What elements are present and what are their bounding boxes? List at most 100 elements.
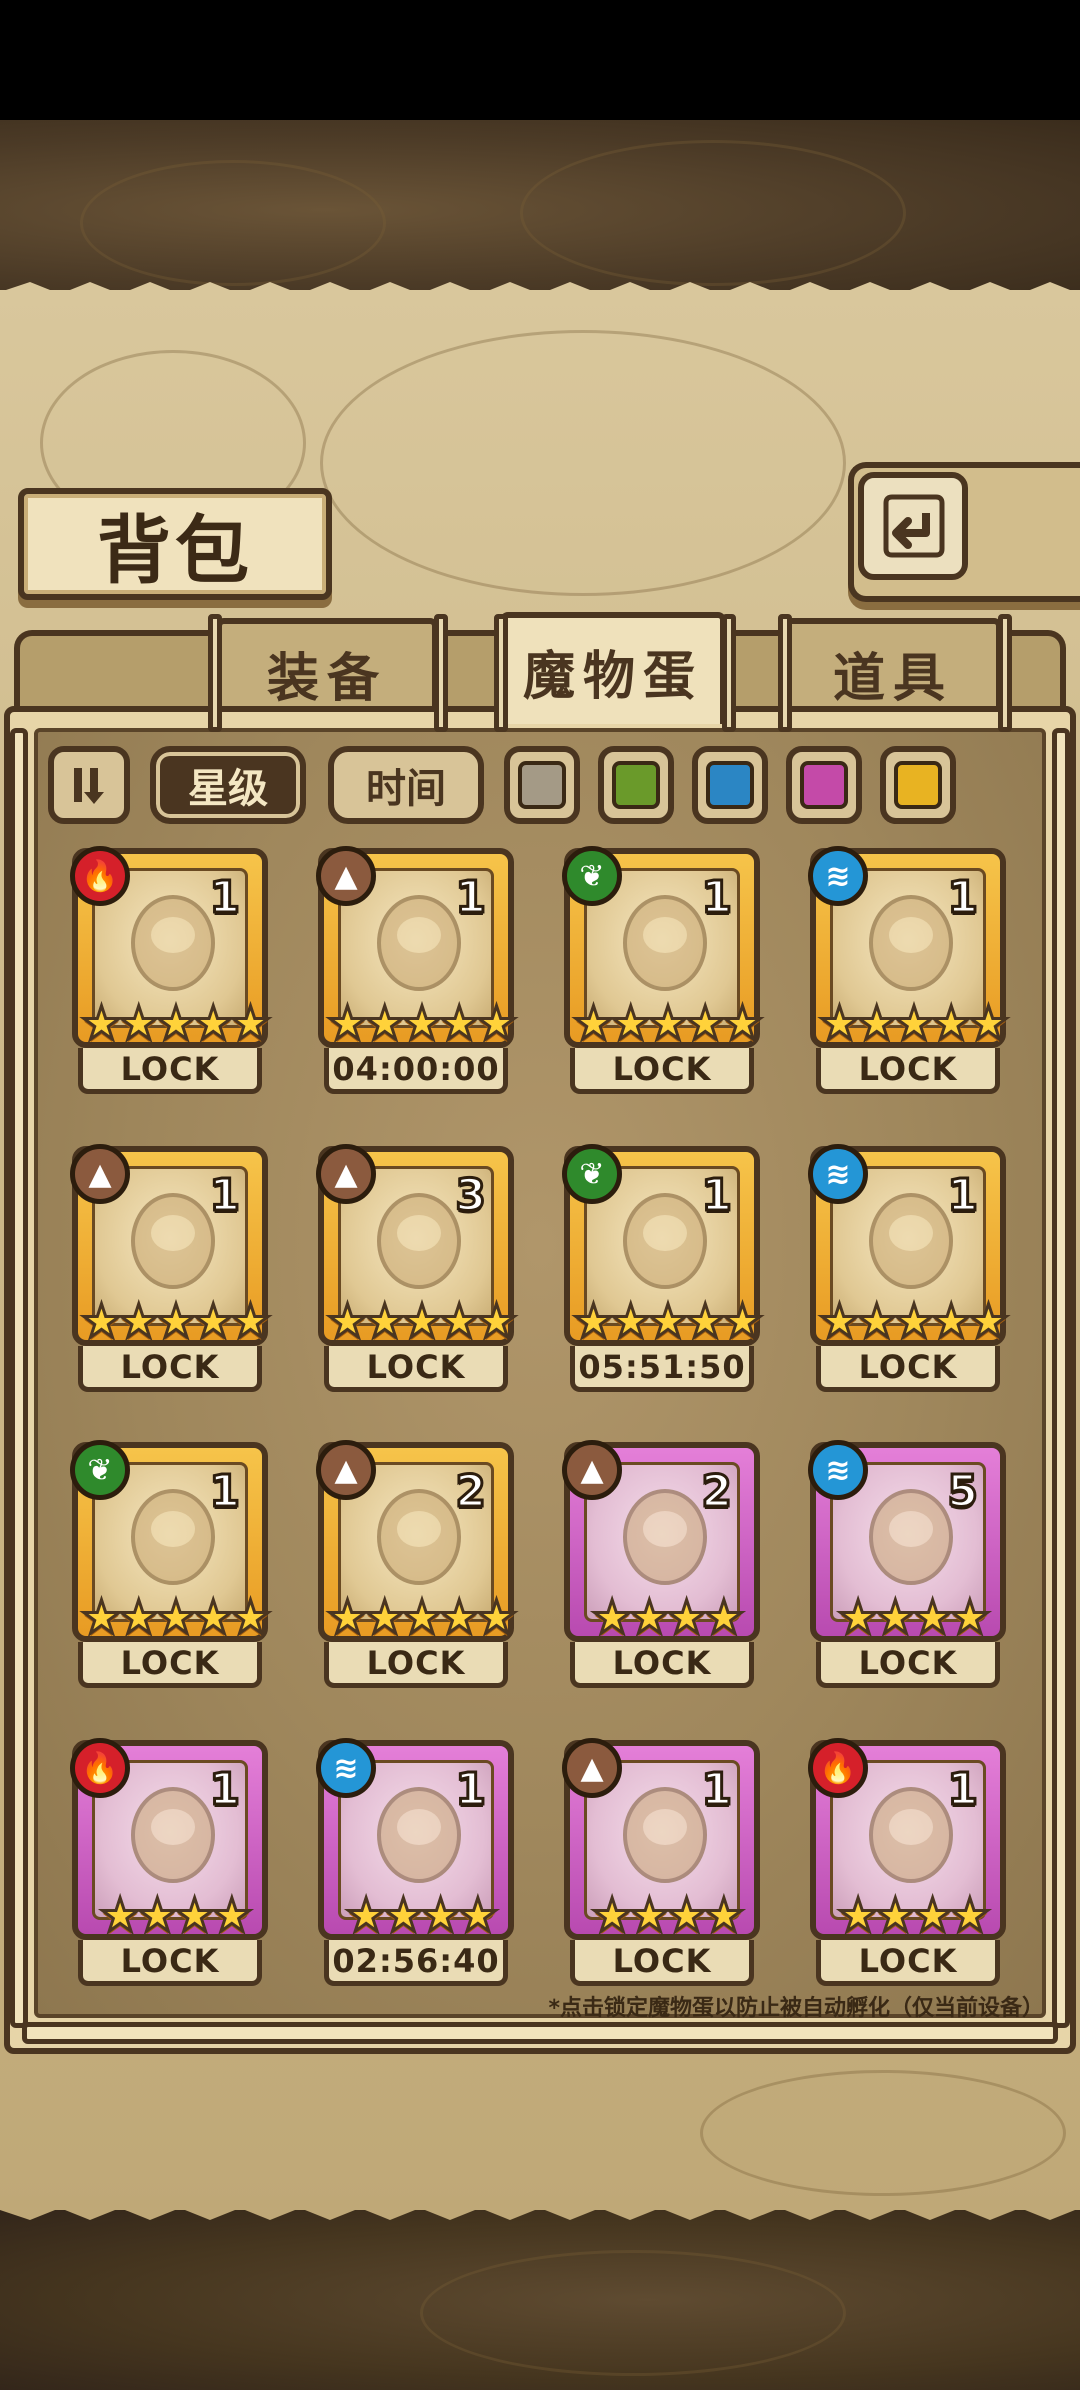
lock-status-label[interactable]: LOCK bbox=[816, 1940, 1000, 1986]
filter-star-button[interactable]: 星级 bbox=[150, 746, 306, 824]
page-title: 背包 bbox=[97, 507, 253, 594]
filter-time-button[interactable]: 时间 bbox=[328, 746, 484, 824]
tab-monster-eggs[interactable]: 魔物蛋 bbox=[500, 612, 726, 724]
lock-status-label[interactable]: LOCK bbox=[816, 1642, 1000, 1688]
star-rating: ★ ★ ★ ★ ★ bbox=[78, 996, 274, 1050]
earth-element-icon: ▲ bbox=[316, 1440, 376, 1500]
lock-status-label[interactable]: LOCK bbox=[78, 1642, 262, 1688]
egg-card[interactable]: 1 ★ ★ ★ ★ ★ ≋ LOCK bbox=[808, 846, 1011, 1098]
star-icon: ★ bbox=[154, 1294, 198, 1348]
egg-card[interactable]: 1 ★ ★ ★ ★ ▲ LOCK bbox=[562, 1738, 760, 1990]
egg-card[interactable]: 1 ★ ★ ★ ★ 🔥 LOCK bbox=[808, 1738, 1006, 1990]
lock-status-label[interactable]: LOCK bbox=[570, 1048, 754, 1094]
nature-element-icon: ❦ bbox=[70, 1440, 130, 1500]
star-icon: ★ bbox=[855, 1294, 899, 1348]
star-icon: ★ bbox=[966, 996, 1010, 1050]
back-button[interactable] bbox=[858, 472, 968, 580]
egg-card[interactable]: 2 ★ ★ ★ ★ ▲ LOCK bbox=[562, 1440, 760, 1692]
egg-card-frame: 1 ★ ★ ★ ★ ≋ bbox=[316, 1738, 514, 1940]
egg-count: 1 bbox=[208, 1169, 242, 1223]
star-icon: ★ bbox=[117, 996, 161, 1050]
filter-color-green[interactable] bbox=[598, 746, 674, 824]
star-icon: ★ bbox=[191, 1590, 235, 1644]
torn-edge-bottom bbox=[0, 2196, 1080, 2220]
star-icon: ★ bbox=[702, 1888, 746, 1942]
egg-card[interactable]: 1 ★ ★ ★ ★ 🔥 LOCK bbox=[70, 1738, 268, 1990]
filter-color-blue[interactable] bbox=[692, 746, 768, 824]
egg-card[interactable]: 1 ★ ★ ★ ★ ★ ▲ LOCK bbox=[70, 1144, 273, 1396]
lock-status-label[interactable]: LOCK bbox=[570, 1940, 754, 1986]
fire-element-icon: 🔥 bbox=[70, 1738, 130, 1798]
color-swatch-icon bbox=[612, 761, 660, 809]
color-swatch-icon bbox=[518, 761, 566, 809]
star-icon: ★ bbox=[363, 996, 407, 1050]
egg-card[interactable]: 1 ★ ★ ★ ★ ★ ≋ LOCK bbox=[808, 1144, 1011, 1396]
lock-status-label[interactable]: LOCK bbox=[816, 1346, 1000, 1392]
egg-card[interactable]: 1 ★ ★ ★ ★ ★ ❦ LOCK bbox=[70, 1440, 273, 1692]
star-icon: ★ bbox=[609, 996, 653, 1050]
filter-color-grey[interactable] bbox=[504, 746, 580, 824]
lock-status-label[interactable]: LOCK bbox=[816, 1048, 1000, 1094]
fire-element-icon: 🔥 bbox=[808, 1738, 868, 1798]
sort-order-button[interactable] bbox=[48, 746, 130, 824]
lock-status-label[interactable]: LOCK bbox=[78, 1048, 262, 1094]
star-rating: ★ ★ ★ ★ ★ bbox=[324, 1590, 520, 1644]
star-rating: ★ ★ ★ ★ bbox=[570, 1590, 766, 1644]
egg-card[interactable]: 1 ★ ★ ★ ★ ★ 🔥 LOCK bbox=[70, 846, 273, 1098]
star-icon: ★ bbox=[836, 1590, 880, 1644]
lock-status-label[interactable]: LOCK bbox=[324, 1346, 508, 1392]
star-rating: ★ ★ ★ ★ ★ bbox=[816, 996, 1012, 1050]
star-icon: ★ bbox=[571, 996, 615, 1050]
egg-card[interactable]: 1 ★ ★ ★ ★ ★ ❦ 05:51:50 bbox=[562, 1144, 765, 1396]
star-rating: ★ ★ ★ ★ ★ bbox=[324, 1294, 520, 1348]
egg-card[interactable]: 3 ★ ★ ★ ★ ★ ▲ LOCK bbox=[316, 1144, 519, 1396]
page-title-plate: 背包 bbox=[18, 488, 332, 600]
egg-card-frame: 1 ★ ★ ★ ★ ★ ❦ bbox=[562, 846, 765, 1050]
lock-status-label[interactable]: LOCK bbox=[324, 1642, 508, 1688]
egg-card[interactable]: 1 ★ ★ ★ ★ ★ ❦ LOCK bbox=[562, 846, 765, 1098]
star-icon: ★ bbox=[437, 996, 481, 1050]
star-icon: ★ bbox=[325, 1590, 369, 1644]
star-icon: ★ bbox=[966, 1294, 1010, 1348]
tab-post bbox=[998, 614, 1012, 732]
egg-card-frame: 1 ★ ★ ★ ★ ★ ▲ bbox=[316, 846, 519, 1050]
lock-hint-text: *点击锁定魔物蛋以防止被自动孵化（仅当前设备） bbox=[548, 1996, 1044, 2021]
star-icon: ★ bbox=[590, 1590, 634, 1644]
egg-count: 1 bbox=[946, 1763, 980, 1817]
star-icon: ★ bbox=[363, 1590, 407, 1644]
water-element-icon: ≋ bbox=[808, 1440, 868, 1500]
egg-count: 1 bbox=[700, 1763, 734, 1817]
star-icon: ★ bbox=[929, 996, 973, 1050]
egg-card[interactable]: 1 ★ ★ ★ ★ ≋ 02:56:40 bbox=[316, 1738, 514, 1990]
star-icon: ★ bbox=[683, 1294, 727, 1348]
star-rating: ★ ★ ★ ★ ★ bbox=[816, 1294, 1012, 1348]
star-icon: ★ bbox=[892, 1294, 936, 1348]
map-background-bottom bbox=[0, 2210, 1080, 2390]
star-icon: ★ bbox=[400, 1294, 444, 1348]
star-icon: ★ bbox=[117, 1590, 161, 1644]
lock-status-label[interactable]: LOCK bbox=[78, 1940, 262, 1986]
lock-status-label[interactable]: LOCK bbox=[78, 1346, 262, 1392]
lock-status-label[interactable]: LOCK bbox=[570, 1642, 754, 1688]
color-swatch-icon bbox=[800, 761, 848, 809]
earth-element-icon: ▲ bbox=[562, 1440, 622, 1500]
return-arrow-icon bbox=[883, 494, 945, 558]
egg-card[interactable]: 2 ★ ★ ★ ★ ★ ▲ LOCK bbox=[316, 1440, 519, 1692]
color-swatch-icon bbox=[894, 761, 942, 809]
star-icon: ★ bbox=[79, 1294, 123, 1348]
star-icon: ★ bbox=[664, 1888, 708, 1942]
filter-color-pink[interactable] bbox=[786, 746, 862, 824]
fire-element-icon: 🔥 bbox=[70, 846, 130, 906]
egg-card[interactable]: 5 ★ ★ ★ ★ ≋ LOCK bbox=[808, 1440, 1006, 1692]
star-icon: ★ bbox=[817, 996, 861, 1050]
sort-toggle-icon bbox=[74, 768, 104, 804]
filter-color-yellow[interactable] bbox=[880, 746, 956, 824]
egg-card[interactable]: 1 ★ ★ ★ ★ ★ ▲ 04:00:00 bbox=[316, 846, 519, 1098]
star-icon: ★ bbox=[437, 1590, 481, 1644]
star-icon: ★ bbox=[117, 1294, 161, 1348]
star-icon: ★ bbox=[571, 1294, 615, 1348]
star-icon: ★ bbox=[228, 1294, 272, 1348]
egg-card-frame: 3 ★ ★ ★ ★ ★ ▲ bbox=[316, 1144, 519, 1346]
egg-card-frame: 1 ★ ★ ★ ★ ▲ bbox=[562, 1738, 760, 1942]
star-icon: ★ bbox=[474, 996, 518, 1050]
